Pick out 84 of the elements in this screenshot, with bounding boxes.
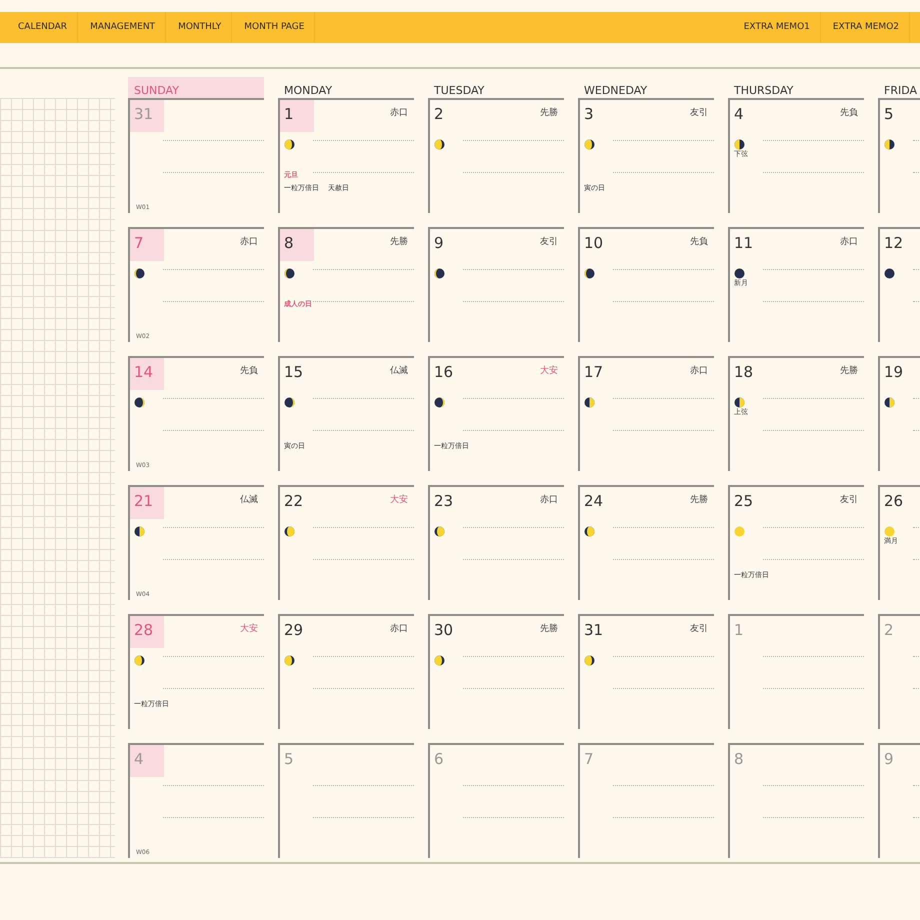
day-cell[interactable]: 22 大安 xyxy=(278,485,414,600)
day-number: 26 xyxy=(883,491,904,512)
day-number: 6 xyxy=(433,749,445,770)
nav-tab[interactable]: EXTRA MEMO2 xyxy=(822,12,910,43)
day-number: 19 xyxy=(883,362,904,383)
day-number: 1 xyxy=(733,620,745,641)
weekday-header: FRIDA xyxy=(883,83,918,98)
nav-tab[interactable]: MANAGEMENT xyxy=(80,12,166,43)
day-number: 22 xyxy=(283,491,304,512)
rokuyo-label: 大安 xyxy=(390,494,409,506)
rokuyo-label: 仏滅 xyxy=(390,364,409,377)
rokuyo-label: 大安 xyxy=(240,622,259,635)
rokuyo-label: 友引 xyxy=(690,622,709,635)
rokuyo-label: 先勝 xyxy=(540,622,559,635)
day-cell[interactable]: 9 友引 xyxy=(428,227,564,342)
day-number: 15 xyxy=(283,362,304,383)
rokuyo-label: 友引 xyxy=(840,494,859,506)
day-number: 7 xyxy=(583,749,595,770)
day-number: 24 xyxy=(583,491,604,512)
day-number: 16 xyxy=(433,362,454,383)
day-number: 4 xyxy=(733,104,745,125)
day-number: 1 xyxy=(280,100,314,132)
day-number: 3 xyxy=(583,104,595,125)
day-number: 7 xyxy=(130,229,164,261)
rokuyo-label: 仏滅 xyxy=(240,494,259,506)
rokuyo-label: 友引 xyxy=(690,106,709,119)
day-number: 9 xyxy=(433,233,445,254)
day-number: 8 xyxy=(733,749,745,770)
day-cell[interactable]: 17 赤口 xyxy=(578,356,714,471)
day-number: 31 xyxy=(583,620,604,641)
rokuyo-label: 先負 xyxy=(240,364,259,377)
rokuyo-label: 先勝 xyxy=(540,106,559,119)
weekday-header: TUESDAY xyxy=(433,83,486,98)
rokuyo-label: 赤口 xyxy=(390,106,409,119)
day-cell[interactable]: 30 先勝 xyxy=(428,614,564,729)
day-cell[interactable]: 23 赤口 xyxy=(428,485,564,600)
rokuyo-label: 先負 xyxy=(840,106,859,119)
day-cell[interactable]: 24 先勝 xyxy=(578,485,714,600)
day-number: 2 xyxy=(883,620,895,641)
rokuyo-label: 赤口 xyxy=(690,364,709,377)
day-number: 21 xyxy=(130,487,164,519)
day-cell[interactable]: 5 xyxy=(878,98,920,213)
rokuyo-label: 大安 xyxy=(540,364,559,377)
weekday-header: SUNDAY xyxy=(128,77,264,98)
day-cell[interactable]: 19 xyxy=(878,356,920,471)
day-number: 14 xyxy=(130,358,164,390)
day-number: 31 xyxy=(130,100,164,132)
day-number: 18 xyxy=(733,362,754,383)
rokuyo-label: 赤口 xyxy=(840,236,859,248)
day-number: 30 xyxy=(433,620,454,641)
day-number: 2 xyxy=(433,104,445,125)
rokuyo-label: 先勝 xyxy=(690,494,709,506)
day-number: 25 xyxy=(733,491,754,512)
day-number: 28 xyxy=(130,616,164,648)
rokuyo-label: 先勝 xyxy=(840,364,859,377)
day-number: 17 xyxy=(583,362,604,383)
rokuyo-label: 先負 xyxy=(690,236,709,248)
day-number: 5 xyxy=(283,749,295,770)
weekday-header: WEDNEDAY xyxy=(583,83,648,98)
day-cell[interactable]: 31 友引 xyxy=(578,614,714,729)
rokuyo-label: 赤口 xyxy=(390,622,409,635)
day-number: 5 xyxy=(883,104,895,125)
nav-tab[interactable]: EXTRA MEMO1 xyxy=(734,12,821,43)
rokuyo-label: 赤口 xyxy=(240,236,259,248)
day-number: 11 xyxy=(733,233,754,254)
rokuyo-label: 友引 xyxy=(540,236,559,248)
day-cell[interactable]: 12 xyxy=(878,227,920,342)
day-cell[interactable]: 29 赤口 xyxy=(278,614,414,729)
day-number: 29 xyxy=(283,620,304,641)
day-number: 9 xyxy=(883,749,895,770)
day-number: 12 xyxy=(883,233,904,254)
day-cell[interactable]: 10 先負 xyxy=(578,227,714,342)
nav-tab[interactable]: MONTH PAGE xyxy=(234,12,316,43)
day-number: 23 xyxy=(433,491,454,512)
weekday-header: THURSDAY xyxy=(733,83,794,98)
day-cell[interactable]: 2 先勝 xyxy=(428,98,564,213)
day-number: 4 xyxy=(130,745,164,777)
rokuyo-label: 先勝 xyxy=(390,236,409,248)
day-number: 10 xyxy=(583,233,604,254)
rokuyo-label: 赤口 xyxy=(540,494,559,506)
nav-tab[interactable]: CALENDAR xyxy=(8,12,78,43)
day-number: 8 xyxy=(280,229,314,261)
nav-tab[interactable]: MONTHLY xyxy=(168,12,232,43)
weekday-header: MONDAY xyxy=(283,83,334,98)
